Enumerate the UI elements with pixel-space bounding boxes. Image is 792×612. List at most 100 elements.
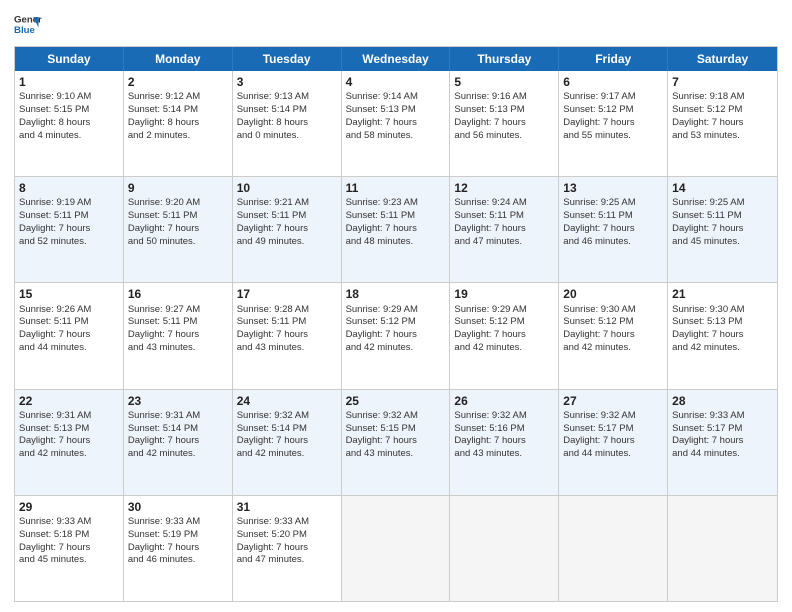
cell-line: and 58 minutes.	[346, 130, 446, 143]
calendar-cell: 29Sunrise: 9:33 AMSunset: 5:18 PMDayligh…	[15, 496, 124, 601]
calendar-cell: 5Sunrise: 9:16 AMSunset: 5:13 PMDaylight…	[450, 71, 559, 176]
cell-line: and 42 minutes.	[19, 448, 119, 461]
calendar-row: 15Sunrise: 9:26 AMSunset: 5:11 PMDayligh…	[15, 282, 777, 388]
calendar-cell: 19Sunrise: 9:29 AMSunset: 5:12 PMDayligh…	[450, 283, 559, 388]
cell-line: Daylight: 7 hours	[672, 117, 773, 130]
day-number: 5	[454, 74, 554, 90]
cell-line: and 2 minutes.	[128, 130, 228, 143]
cell-line: Daylight: 7 hours	[346, 435, 446, 448]
cell-line: Sunset: 5:13 PM	[454, 104, 554, 117]
cell-line: and 43 minutes.	[128, 342, 228, 355]
day-number: 13	[563, 180, 663, 196]
cell-line: Sunrise: 9:18 AM	[672, 91, 773, 104]
cell-line: and 42 minutes.	[563, 342, 663, 355]
cell-line: Sunset: 5:12 PM	[454, 316, 554, 329]
cell-line: Sunset: 5:11 PM	[19, 316, 119, 329]
day-number: 9	[128, 180, 228, 196]
cell-line: Daylight: 7 hours	[19, 542, 119, 555]
cell-line: Daylight: 7 hours	[237, 329, 337, 342]
header-day: Monday	[124, 47, 233, 71]
day-number: 22	[19, 393, 119, 409]
day-number: 4	[346, 74, 446, 90]
cell-line: and 42 minutes.	[346, 342, 446, 355]
calendar-cell: 30Sunrise: 9:33 AMSunset: 5:19 PMDayligh…	[124, 496, 233, 601]
cell-line: Sunset: 5:11 PM	[563, 210, 663, 223]
cell-line: Sunset: 5:12 PM	[563, 104, 663, 117]
cell-line: and 42 minutes.	[672, 342, 773, 355]
cell-line: and 46 minutes.	[128, 554, 228, 567]
cell-line: Daylight: 7 hours	[128, 435, 228, 448]
cell-line: Sunrise: 9:16 AM	[454, 91, 554, 104]
day-number: 15	[19, 286, 119, 302]
calendar-cell: 24Sunrise: 9:32 AMSunset: 5:14 PMDayligh…	[233, 390, 342, 495]
cell-line: and 42 minutes.	[237, 448, 337, 461]
cell-line: and 49 minutes.	[237, 236, 337, 249]
calendar-cell	[342, 496, 451, 601]
calendar-cell: 13Sunrise: 9:25 AMSunset: 5:11 PMDayligh…	[559, 177, 668, 282]
cell-line: Sunset: 5:11 PM	[454, 210, 554, 223]
logo: General Blue	[14, 10, 42, 38]
cell-line: and 46 minutes.	[563, 236, 663, 249]
cell-line: and 43 minutes.	[454, 448, 554, 461]
cell-line: and 44 minutes.	[672, 448, 773, 461]
day-number: 31	[237, 499, 337, 515]
day-number: 1	[19, 74, 119, 90]
cell-line: Sunrise: 9:21 AM	[237, 197, 337, 210]
page-header: General Blue	[14, 10, 778, 38]
cell-line: Daylight: 7 hours	[346, 117, 446, 130]
cell-line: Sunset: 5:17 PM	[563, 423, 663, 436]
calendar-cell: 14Sunrise: 9:25 AMSunset: 5:11 PMDayligh…	[668, 177, 777, 282]
cell-line: Daylight: 7 hours	[672, 435, 773, 448]
day-number: 11	[346, 180, 446, 196]
cell-line: Sunrise: 9:29 AM	[346, 304, 446, 317]
cell-line: Daylight: 7 hours	[672, 223, 773, 236]
cell-line: Sunset: 5:16 PM	[454, 423, 554, 436]
cell-line: and 47 minutes.	[237, 554, 337, 567]
cell-line: and 47 minutes.	[454, 236, 554, 249]
cell-line: Sunrise: 9:14 AM	[346, 91, 446, 104]
cell-line: Daylight: 7 hours	[237, 223, 337, 236]
cell-line: and 55 minutes.	[563, 130, 663, 143]
cell-line: Sunrise: 9:33 AM	[19, 516, 119, 529]
calendar-cell: 16Sunrise: 9:27 AMSunset: 5:11 PMDayligh…	[124, 283, 233, 388]
calendar-cell: 23Sunrise: 9:31 AMSunset: 5:14 PMDayligh…	[124, 390, 233, 495]
calendar-cell: 28Sunrise: 9:33 AMSunset: 5:17 PMDayligh…	[668, 390, 777, 495]
day-number: 18	[346, 286, 446, 302]
cell-line: Sunrise: 9:20 AM	[128, 197, 228, 210]
cell-line: and 42 minutes.	[128, 448, 228, 461]
page-container: General Blue SundayMondayTuesdayWednesda…	[0, 0, 792, 612]
cell-line: Sunset: 5:12 PM	[563, 316, 663, 329]
cell-line: Sunrise: 9:32 AM	[454, 410, 554, 423]
calendar-cell: 9Sunrise: 9:20 AMSunset: 5:11 PMDaylight…	[124, 177, 233, 282]
calendar-row: 1Sunrise: 9:10 AMSunset: 5:15 PMDaylight…	[15, 71, 777, 176]
cell-line: Sunset: 5:11 PM	[346, 210, 446, 223]
logo-icon: General Blue	[14, 10, 42, 38]
calendar-cell: 25Sunrise: 9:32 AMSunset: 5:15 PMDayligh…	[342, 390, 451, 495]
day-number: 28	[672, 393, 773, 409]
cell-line: Daylight: 7 hours	[19, 329, 119, 342]
header-day: Thursday	[450, 47, 559, 71]
cell-line: Daylight: 7 hours	[454, 117, 554, 130]
cell-line: Sunset: 5:11 PM	[128, 316, 228, 329]
calendar-cell: 12Sunrise: 9:24 AMSunset: 5:11 PMDayligh…	[450, 177, 559, 282]
header-day: Wednesday	[342, 47, 451, 71]
cell-line: Sunrise: 9:31 AM	[128, 410, 228, 423]
calendar-row: 22Sunrise: 9:31 AMSunset: 5:13 PMDayligh…	[15, 389, 777, 495]
day-number: 12	[454, 180, 554, 196]
cell-line: Sunrise: 9:30 AM	[563, 304, 663, 317]
cell-line: Sunset: 5:11 PM	[672, 210, 773, 223]
day-number: 14	[672, 180, 773, 196]
day-number: 17	[237, 286, 337, 302]
day-number: 26	[454, 393, 554, 409]
calendar-cell	[668, 496, 777, 601]
calendar-cell: 8Sunrise: 9:19 AMSunset: 5:11 PMDaylight…	[15, 177, 124, 282]
cell-line: Sunset: 5:11 PM	[237, 316, 337, 329]
day-number: 20	[563, 286, 663, 302]
cell-line: Sunrise: 9:19 AM	[19, 197, 119, 210]
cell-line: Sunset: 5:14 PM	[237, 104, 337, 117]
cell-line: and 50 minutes.	[128, 236, 228, 249]
day-number: 3	[237, 74, 337, 90]
cell-line: Sunrise: 9:29 AM	[454, 304, 554, 317]
calendar-cell	[559, 496, 668, 601]
cell-line: Sunrise: 9:30 AM	[672, 304, 773, 317]
